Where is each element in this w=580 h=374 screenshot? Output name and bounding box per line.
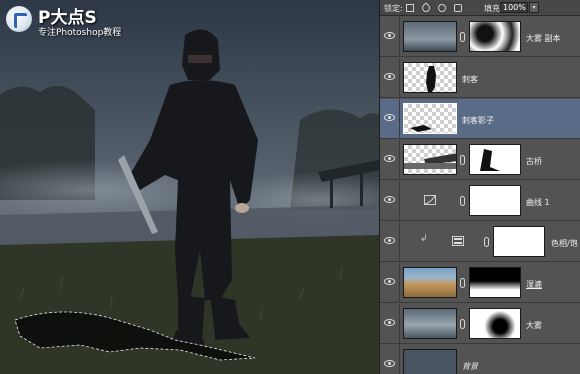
link-chain-icon[interactable] (484, 237, 489, 247)
layer-mask-thumbnail[interactable] (469, 21, 521, 52)
layer-name: 色相/饱 (551, 239, 578, 248)
padlock-icon[interactable] (454, 4, 462, 12)
layer-row[interactable]: 大雾 (380, 304, 580, 344)
layer-row[interactable]: 背景 (380, 345, 580, 374)
watermark-subtitle: 专注Photoshop教程 (38, 28, 122, 38)
layer-thumbnail[interactable] (403, 308, 457, 339)
layer-row[interactable]: 古桥 (380, 140, 580, 180)
link-chain-icon[interactable] (460, 155, 465, 165)
layers-lock-toolbar: 锁定: 填充: 100% ▾ (380, 0, 580, 16)
layer-mask-thumbnail[interactable] (493, 226, 545, 257)
visibility-eye-icon[interactable] (384, 196, 395, 203)
layer-name: 刺客 (462, 75, 478, 84)
brush-icon[interactable] (420, 2, 432, 14)
layer-row[interactable]: 大雾 副本 (380, 17, 580, 57)
layer-name: 刺客影子 (462, 116, 494, 125)
layer-mask-thumbnail[interactable] (469, 144, 521, 175)
layer-thumbnail[interactable] (403, 21, 457, 52)
layer-thumbnail[interactable] (403, 103, 457, 134)
visibility-eye-icon[interactable] (384, 237, 395, 244)
fill-value-input[interactable]: 100% (500, 2, 528, 13)
layer-row[interactable]: 刺客影子 (380, 99, 580, 139)
layer-name: 背景 (462, 362, 478, 371)
clipping-arrow-icon: ↲ (420, 234, 428, 244)
ninja-scene-artwork (0, 0, 379, 374)
layer-name: 古桥 (526, 157, 542, 166)
visibility-eye-icon[interactable] (384, 155, 395, 162)
link-chain-icon[interactable] (460, 32, 465, 42)
visibility-eye-icon[interactable] (384, 278, 395, 285)
visibility-eye-icon[interactable] (384, 73, 395, 80)
link-chain-icon[interactable] (460, 278, 465, 288)
transparency-lock-icon[interactable] (406, 4, 414, 12)
layer-thumbnail[interactable] (403, 62, 457, 93)
hue-saturation-icon[interactable] (452, 236, 464, 246)
layer-name: 大雾 副本 (526, 34, 561, 43)
layer-row[interactable]: ↲ 色相/饱 (380, 222, 580, 262)
layer-thumbnail[interactable] (403, 267, 457, 298)
visibility-eye-icon[interactable] (384, 114, 395, 121)
fill-dropdown-button[interactable]: ▾ (529, 2, 539, 13)
layer-thumbnail[interactable] (403, 144, 457, 175)
visibility-eye-icon[interactable] (384, 32, 395, 39)
layers-panel: 锁定: 填充: 100% ▾ 大雾 副本 刺客 刺客影子 古桥 曲线 1 ↲ 色… (379, 0, 580, 374)
layer-row[interactable]: 湿漉 (380, 263, 580, 303)
layer-thumbnail[interactable] (403, 349, 457, 374)
document-canvas[interactable]: P大点S 专注Photoshop教程 (0, 0, 379, 374)
layer-name: 曲线 1 (526, 198, 550, 207)
layer-mask-thumbnail[interactable] (469, 267, 521, 298)
layer-mask-thumbnail[interactable] (469, 308, 521, 339)
layer-row[interactable]: 曲线 1 (380, 181, 580, 221)
layer-mask-thumbnail[interactable] (469, 185, 521, 216)
logo-badge-icon (6, 6, 32, 32)
visibility-eye-icon[interactable] (384, 319, 395, 326)
layer-name: 大雾 (526, 321, 542, 330)
link-chain-icon[interactable] (460, 196, 465, 206)
layer-name: 湿漉 (526, 280, 542, 289)
lock-label: 锁定: (384, 4, 403, 13)
link-chain-icon[interactable] (460, 319, 465, 329)
visibility-eye-icon[interactable] (384, 360, 395, 367)
layer-row[interactable]: 刺客 (380, 58, 580, 98)
move-icon[interactable] (438, 4, 446, 12)
curves-icon[interactable] (424, 195, 436, 205)
